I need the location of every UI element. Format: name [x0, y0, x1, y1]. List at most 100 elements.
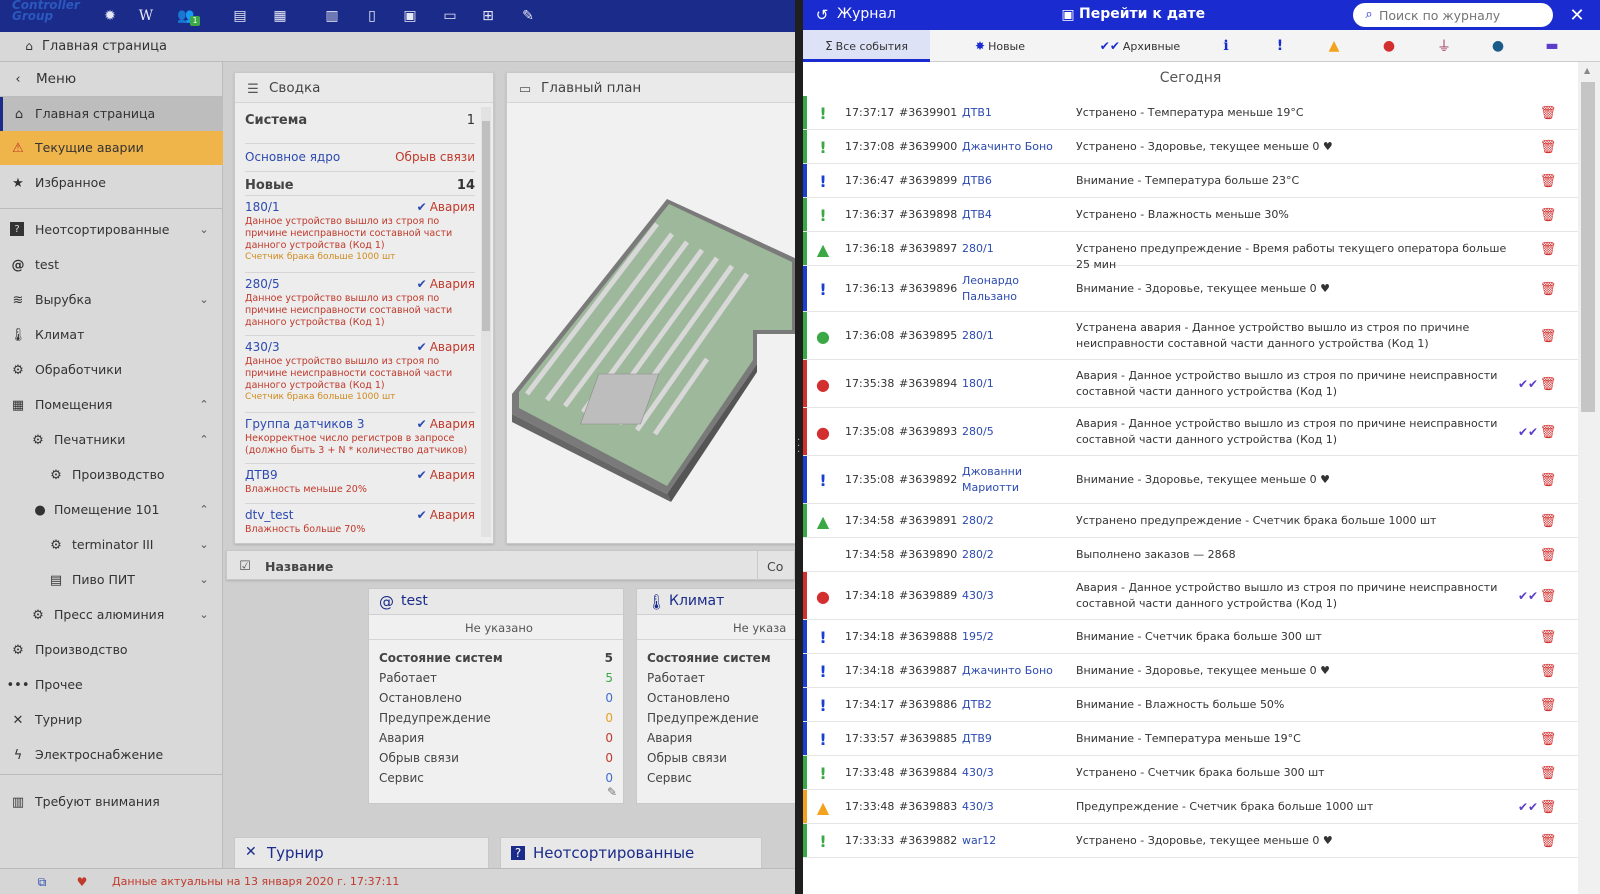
second-column-label[interactable]: Со [767, 559, 783, 574]
delete-icon[interactable]: 🗑 [1540, 105, 1557, 121]
alarm-item[interactable]: 280/5 ✔ Авария Данное устройство вышло из… [245, 272, 475, 332]
journal-row[interactable]: ! 17:33:57 #3639885 ДТВ9 Внимание - Температ… [803, 722, 1578, 756]
event-device-link[interactable]: 280/1 [962, 328, 1062, 344]
floor-plan[interactable] [507, 104, 795, 544]
alarm-item[interactable]: ДТВ9 ✔ Авария Влажность меньше 20% [245, 463, 475, 501]
journal-row[interactable]: ● 17:36:08 #3639895 280/1 Устранена авария -… [803, 312, 1578, 360]
calendar-icon[interactable]: ▣ [1059, 6, 1077, 24]
core-row[interactable]: Основное ядро Обрыв связи [245, 143, 475, 164]
journal-row[interactable]: ! 17:36:37 #3639898 ДТВ4 Устранено - Влажнос… [803, 198, 1578, 232]
panel-resize-handle[interactable]: · · · [795, 0, 803, 894]
delete-icon[interactable]: 🗑 [1540, 173, 1557, 189]
delete-icon[interactable]: 🗑 [1540, 241, 1557, 257]
sidebar-item-cutting[interactable]: ≋ Вырубка ⌄ [0, 283, 223, 317]
event-device-link[interactable]: 280/5 [962, 424, 1062, 440]
breadcrumb-current[interactable]: Главная страница [42, 39, 167, 54]
calendar-icon[interactable]: ▣ [400, 6, 420, 26]
delete-icon[interactable]: 🗑 [1540, 424, 1557, 440]
delete-icon[interactable]: 🗑 [1540, 139, 1557, 155]
journal-row[interactable]: ! 17:33:48 #3639884 430/3 Устранено - Счетчи… [803, 756, 1578, 790]
delete-icon[interactable]: 🗑 [1540, 376, 1557, 392]
journal-row[interactable]: ● 17:34:18 #3639889 430/3 Авария - Данное ус… [803, 572, 1578, 620]
delete-icon[interactable]: 🗑 [1540, 833, 1557, 849]
user-filter-icon[interactable]: ● [1489, 37, 1507, 55]
delete-icon[interactable]: 🗑 [1540, 731, 1557, 747]
sidebar-item-handlers[interactable]: ⚙ Обработчики [0, 353, 223, 387]
alarm-item[interactable]: 180/1 ✔ Авария Данное устройство вышло из… [245, 195, 475, 267]
event-device-link[interactable]: Джованни Мариотти [962, 464, 1062, 496]
sidebar-item-other[interactable]: ••• Прочее [0, 668, 223, 702]
sidebar-item-unsorted[interactable]: ? Неотсортированные ⌄ [0, 213, 223, 247]
edit-icon[interactable]: ✎ [607, 785, 617, 799]
journal-row[interactable]: ! 17:36:47 #3639899 ДТВ6 Внимание - Температ… [803, 164, 1578, 198]
event-device-link[interactable]: war12 [962, 833, 1062, 849]
summary-scrollbar[interactable] [481, 107, 491, 537]
event-device-link[interactable]: Леонардо Пальзано [962, 273, 1062, 305]
document-icon[interactable]: ▯ [362, 6, 382, 26]
sidebar-item-production[interactable]: ⚙ Производство [0, 633, 223, 667]
journal-row[interactable]: ▲ 17:36:18 #3639897 280/1 Устранено предупре… [803, 232, 1578, 271]
chevron-down-icon[interactable]: ⌄ [197, 222, 211, 236]
delete-icon[interactable]: 🗑 [1540, 799, 1557, 815]
alarm-filter-icon[interactable]: ● [1380, 37, 1398, 55]
journal-scrollbar[interactable]: ▲ [1578, 62, 1600, 894]
sidebar-item-beer[interactable]: ▤ Пиво ПИТ ⌄ [0, 563, 223, 597]
bug-icon[interactable]: ✹ [100, 6, 120, 26]
acknowledge-icon[interactable]: ✔✔ [1518, 376, 1538, 392]
sidebar-item-attention[interactable]: ▥ Требуют внимания [0, 785, 223, 819]
sidebar-item-home[interactable]: ⌂ Главная страница [0, 97, 223, 131]
delete-icon[interactable]: 🗑 [1540, 588, 1557, 604]
close-icon[interactable]: ✕ [1567, 4, 1587, 26]
chevron-up-icon[interactable]: ⌃ [197, 397, 211, 411]
event-device-link[interactable]: 430/3 [962, 799, 1062, 815]
event-device-link[interactable]: 280/2 [962, 513, 1062, 529]
sidebar-item-rooms[interactable]: ▦ Помещения ⌃ [0, 388, 223, 422]
event-device-link[interactable]: ДТВ2 [962, 697, 1062, 713]
tab-new[interactable]: ✸ Новые [930, 30, 1070, 62]
delete-icon[interactable]: 🗑 [1540, 472, 1557, 488]
delete-icon[interactable]: 🗑 [1540, 663, 1557, 679]
chevron-down-icon[interactable]: ⌄ [197, 572, 211, 586]
name-column-label[interactable]: Название [265, 559, 333, 574]
event-device-link[interactable]: ДТВ1 [962, 105, 1062, 121]
tab-all-events[interactable]: Σ Все события [803, 30, 930, 62]
sidebar-menu-toggle[interactable]: ‹ Меню [0, 62, 223, 96]
acknowledge-icon[interactable]: ✔✔ [1518, 424, 1538, 440]
acknowledge-icon[interactable]: ✔✔ [1518, 799, 1538, 815]
sidebar-item-tournament[interactable]: ✕ Турнир [0, 703, 223, 737]
plug-filter-icon[interactable]: ⏚ [1435, 37, 1453, 55]
alarm-item[interactable]: Группа датчиков 3 ✔ Авария Некорректное ч… [245, 412, 475, 462]
scroll-up-icon[interactable]: ▲ [1584, 66, 1590, 75]
journal-search-input[interactable] [1379, 6, 1539, 24]
folder-plus-icon[interactable]: ⊞ [478, 6, 498, 26]
delete-icon[interactable]: 🗑 [1540, 547, 1557, 563]
journal-row[interactable]: ! 17:37:17 #3639901 ДТВ1 Устранено - Темпера… [803, 96, 1578, 130]
journal-row[interactable]: ! 17:35:08 #3639892 Джованни Мариотти Вниман… [803, 456, 1578, 504]
event-device-link[interactable]: 280/2 [962, 547, 1062, 563]
alarm-item[interactable]: 430/3 ✔ Авария Данное устройство вышло из… [245, 335, 475, 410]
event-device-link[interactable]: 195/2 [962, 629, 1062, 645]
sidebar-item-printers[interactable]: ⚙ Печатники ⌃ [0, 423, 223, 457]
system-tile-test[interactable]: @ test Не указано Состояние систем 5 Работ… [368, 588, 624, 804]
journal-row[interactable]: ! 17:36:13 #3639896 Леонардо Пальзано Вниман… [803, 266, 1578, 312]
chevron-down-icon[interactable]: ⌄ [197, 607, 211, 621]
chat-filter-icon[interactable]: ▬ [1543, 37, 1561, 55]
wiki-icon[interactable]: W [136, 6, 156, 26]
goto-date-button[interactable]: Перейти к дате [1079, 6, 1205, 22]
journal-row[interactable]: 17:34:58 #3639890 280/2 Выполнено заказов —… [803, 538, 1578, 572]
warning-filter-icon[interactable]: ▲ [1325, 37, 1343, 55]
sidebar-item-climate[interactable]: 🌡 Климат [0, 318, 223, 352]
journal-row[interactable]: ▲ 17:34:58 #3639891 280/2 Устранено предупре… [803, 504, 1578, 538]
system-tile-tournament[interactable]: ✕ Турнир [234, 837, 489, 869]
system-tile-unsorted[interactable]: ? Неотсортированные [500, 837, 762, 869]
folder-edit-icon[interactable]: ✎ [518, 6, 538, 26]
network-icon[interactable]: ⧉ [34, 874, 50, 890]
sidebar-item-current-alarms[interactable]: ⚠ Текущие аварии [0, 131, 223, 165]
event-device-link[interactable]: ДТВ6 [962, 173, 1062, 189]
event-device-link[interactable]: ДТВ4 [962, 207, 1062, 223]
alarm-item[interactable]: dtv_test ✔ Авария Влажность больше 70% [245, 503, 475, 541]
delete-icon[interactable]: 🗑 [1540, 765, 1557, 781]
delete-icon[interactable]: 🗑 [1540, 207, 1557, 223]
delete-icon[interactable]: 🗑 [1540, 513, 1557, 529]
chevron-up-icon[interactable]: ⌃ [197, 502, 211, 516]
